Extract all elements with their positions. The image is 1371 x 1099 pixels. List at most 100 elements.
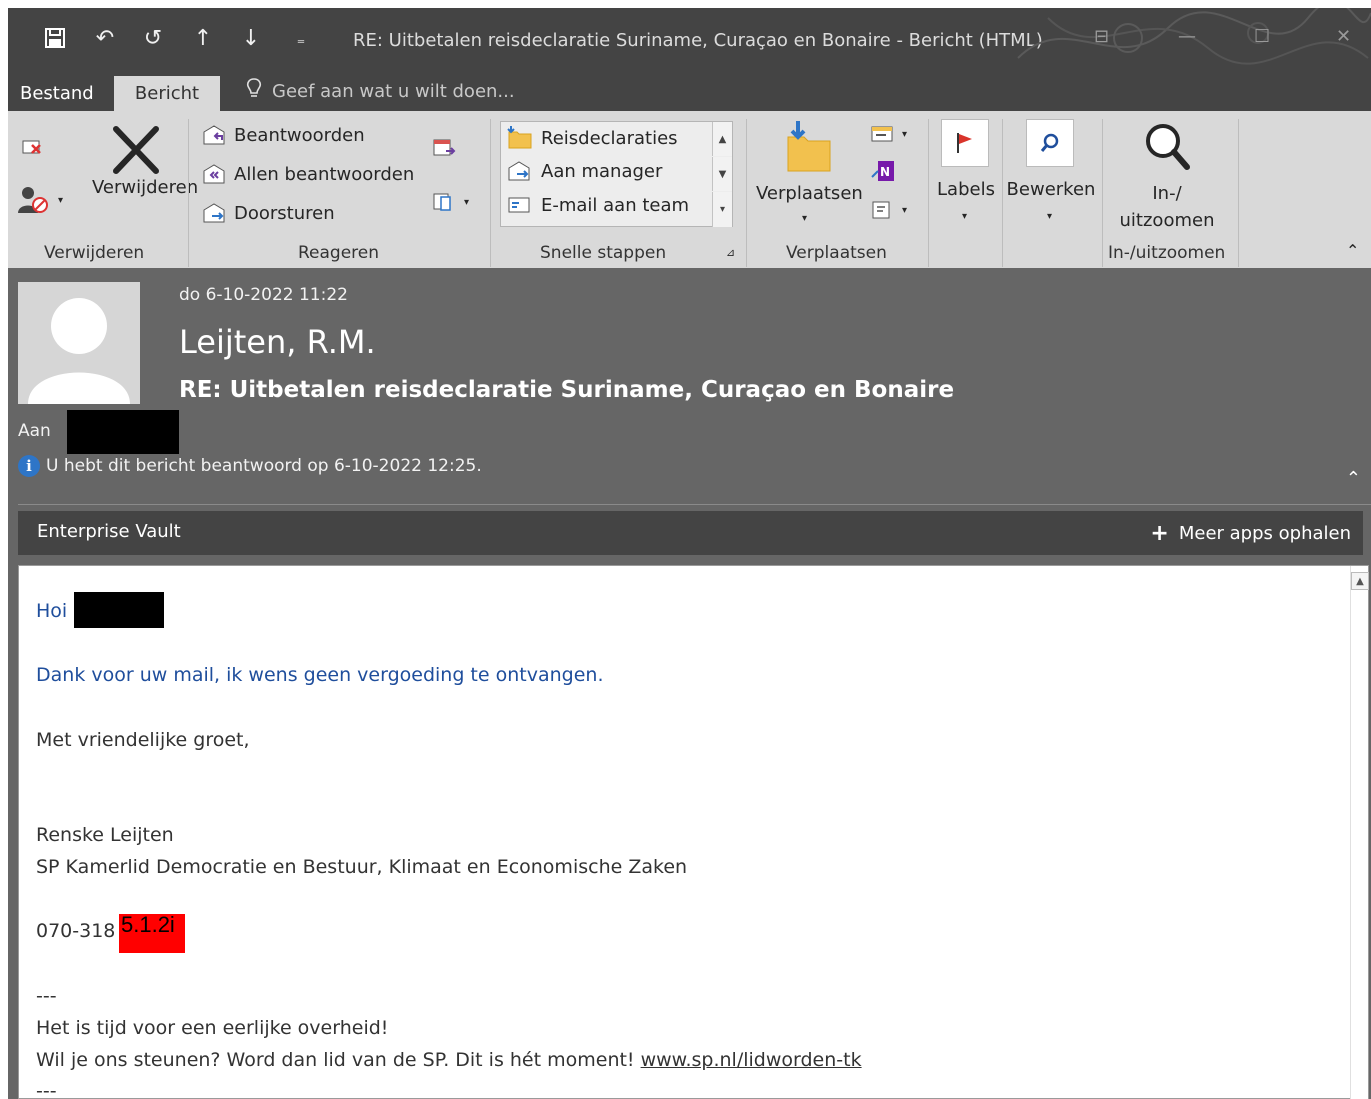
to-label: Aan: [18, 421, 51, 441]
svg-text:N: N: [880, 165, 890, 179]
gallery-more-button[interactable]: ▾: [712, 192, 732, 227]
plus-icon: +: [1150, 521, 1169, 546]
group-label-verplaatsen: Verplaatsen: [786, 243, 887, 263]
reply-all-icon: [202, 163, 228, 185]
ribbon-tabs: Bestand Bericht Geef aan wat u wilt doen…: [8, 70, 1371, 111]
meeting-reply-icon[interactable]: [432, 137, 456, 159]
quick-steps-gallery: Reisdeclaraties Aan manager E-mail aan t…: [500, 121, 733, 227]
quick-step-email-team[interactable]: E-mail aan team: [507, 194, 689, 216]
person-silhouette-icon: [28, 298, 130, 404]
group-label-snelle-stappen: Snelle stappen: [540, 243, 667, 263]
greeting: Hoi: [36, 600, 68, 622]
quick-step-reisdeclaraties[interactable]: Reisdeclaraties: [507, 126, 678, 150]
ribbon-separator: [490, 119, 491, 267]
forward-icon: [202, 202, 228, 224]
lightbulb-icon: [246, 77, 262, 105]
delete-x-icon: [113, 126, 159, 174]
find-icon: [1026, 119, 1074, 167]
sender-name[interactable]: Leijten, R.M.: [179, 323, 376, 361]
signature-role: SP Kamerlid Democratie en Bestuur, Klima…: [36, 856, 688, 878]
flag-icon: [941, 119, 989, 167]
enterprise-vault-button[interactable]: Enterprise Vault: [37, 521, 181, 542]
onenote-icon[interactable]: N: [870, 159, 896, 183]
team-email-icon: [507, 194, 533, 216]
group-label-reageren: Reageren: [298, 243, 380, 263]
avatar: [18, 282, 140, 404]
window-title: RE: Uitbetalen reisdeclaratie Suriname, …: [353, 30, 1043, 51]
zoom-magnifier-icon: [1112, 119, 1222, 179]
chevron-down-icon: ▾: [1047, 211, 1053, 222]
gallery-scroll-down[interactable]: ▼: [712, 157, 732, 191]
support-line: Wil je ons steunen? Word dan lid van de …: [36, 1049, 862, 1071]
ribbon-separator: [1238, 119, 1239, 267]
more-respond-icon[interactable]: ▾: [432, 191, 469, 213]
message-body[interactable]: Hoi Dank voor uw mail, ik wens geen verg…: [18, 565, 1369, 1099]
editing-button[interactable]: Bewerken ▾: [1006, 119, 1096, 222]
up-arrow-icon[interactable]: ↑: [188, 20, 218, 56]
ribbon-separator: [746, 119, 747, 267]
chevron-down-icon: ▾: [962, 211, 968, 222]
tell-me-placeholder: Geef aan wat u wilt doen...: [272, 80, 515, 102]
move-button[interactable]: Verplaatsen ▾: [756, 119, 863, 224]
header-divider: [18, 504, 1371, 505]
undo-icon[interactable]: ↶: [90, 20, 120, 56]
scroll-up-button[interactable]: ▲: [1351, 572, 1369, 590]
forward-button[interactable]: Doorsturen: [202, 202, 335, 224]
group-label-zoom: In-/uitzoomen: [1108, 243, 1226, 263]
ribbon-display-icon[interactable]: ⊟: [1094, 26, 1109, 47]
reply-button[interactable]: Beantwoorden: [202, 124, 365, 146]
ribbon-separator: [188, 119, 189, 267]
add-in-bar: Enterprise Vault + Meer apps ophalen: [18, 511, 1363, 555]
chevron-down-icon: ▾: [802, 213, 808, 224]
get-more-apps-button[interactable]: + Meer apps ophalen: [1150, 521, 1351, 546]
collapse-header-icon[interactable]: ⌃: [1346, 468, 1361, 489]
maximize-icon[interactable]: ☐: [1254, 26, 1270, 47]
closing: Met vriendelijke groet,: [36, 729, 250, 751]
tab-bericht[interactable]: Bericht: [114, 76, 220, 111]
ribbon: ▾ Verwijderen Verwijderen Beantwoorden A…: [8, 111, 1371, 268]
labels-button[interactable]: Labels ▾: [934, 119, 998, 222]
ribbon-separator: [928, 119, 929, 267]
ribbon-separator: [1002, 119, 1003, 267]
title-bar: ↶ ↺ ↑ ↓ ₌ RE: Uitbetalen reisdeclaratie …: [8, 8, 1371, 70]
close-icon[interactable]: ✕: [1336, 26, 1351, 47]
signature-name: Renske Leijten: [36, 824, 174, 846]
customize-icon[interactable]: ₌: [286, 20, 316, 56]
folder-move-icon: [507, 126, 533, 150]
to-manager-icon: [507, 160, 533, 182]
reply-all-button[interactable]: Allen beantwoorden: [202, 163, 414, 185]
slogan: Het is tijd voor een eerlijke overheid!: [36, 1017, 389, 1039]
message-subject: RE: Uitbetalen reisdeclaratie Suriname, …: [179, 377, 955, 403]
delete-button[interactable]: Verwijderen: [92, 125, 198, 198]
ignore-icon[interactable]: [20, 135, 44, 159]
dialog-launcher-icon[interactable]: ⊿: [726, 246, 735, 259]
membership-link[interactable]: www.sp.nl/lidworden-tk: [641, 1049, 862, 1071]
tab-bestand[interactable]: Bestand: [10, 76, 104, 111]
signature-phone: 070-318: [36, 920, 116, 942]
reply-icon: [202, 124, 228, 146]
save-icon[interactable]: [40, 20, 70, 56]
body-scrollbar[interactable]: ▲: [1350, 566, 1369, 1099]
dashes-top: ---: [36, 985, 57, 1007]
message-date: do 6-10-2022 11:22: [179, 285, 348, 305]
dashes-bottom: ---: [36, 1080, 57, 1099]
zoom-button[interactable]: In-/ uitzoomen: [1112, 119, 1222, 231]
ribbon-separator: [1102, 119, 1103, 267]
rules-icon[interactable]: ▾: [870, 123, 907, 145]
tell-me-search[interactable]: Geef aan wat u wilt doen...: [246, 76, 515, 106]
move-folder-icon: [756, 119, 860, 177]
info-icon: i: [18, 455, 40, 477]
name-redaction: [74, 592, 164, 628]
collapse-ribbon-icon[interactable]: ⌃: [1346, 241, 1359, 260]
junk-person-icon[interactable]: ▾: [18, 185, 63, 215]
quick-step-aan-manager[interactable]: Aan manager: [507, 160, 662, 182]
minimize-icon[interactable]: —: [1178, 26, 1196, 47]
phone-redaction: 5.1.2i: [119, 914, 185, 953]
actions-icon[interactable]: ▾: [870, 199, 907, 221]
group-label-verwijderen: Verwijderen: [44, 243, 145, 263]
down-arrow-icon[interactable]: ↓: [236, 20, 266, 56]
redo-icon[interactable]: ↺: [138, 20, 168, 56]
recipient-redaction: [67, 410, 179, 454]
gallery-scroll-up[interactable]: ▲: [712, 122, 732, 156]
info-bar[interactable]: i U hebt dit bericht beantwoord op 6-10-…: [18, 455, 482, 477]
